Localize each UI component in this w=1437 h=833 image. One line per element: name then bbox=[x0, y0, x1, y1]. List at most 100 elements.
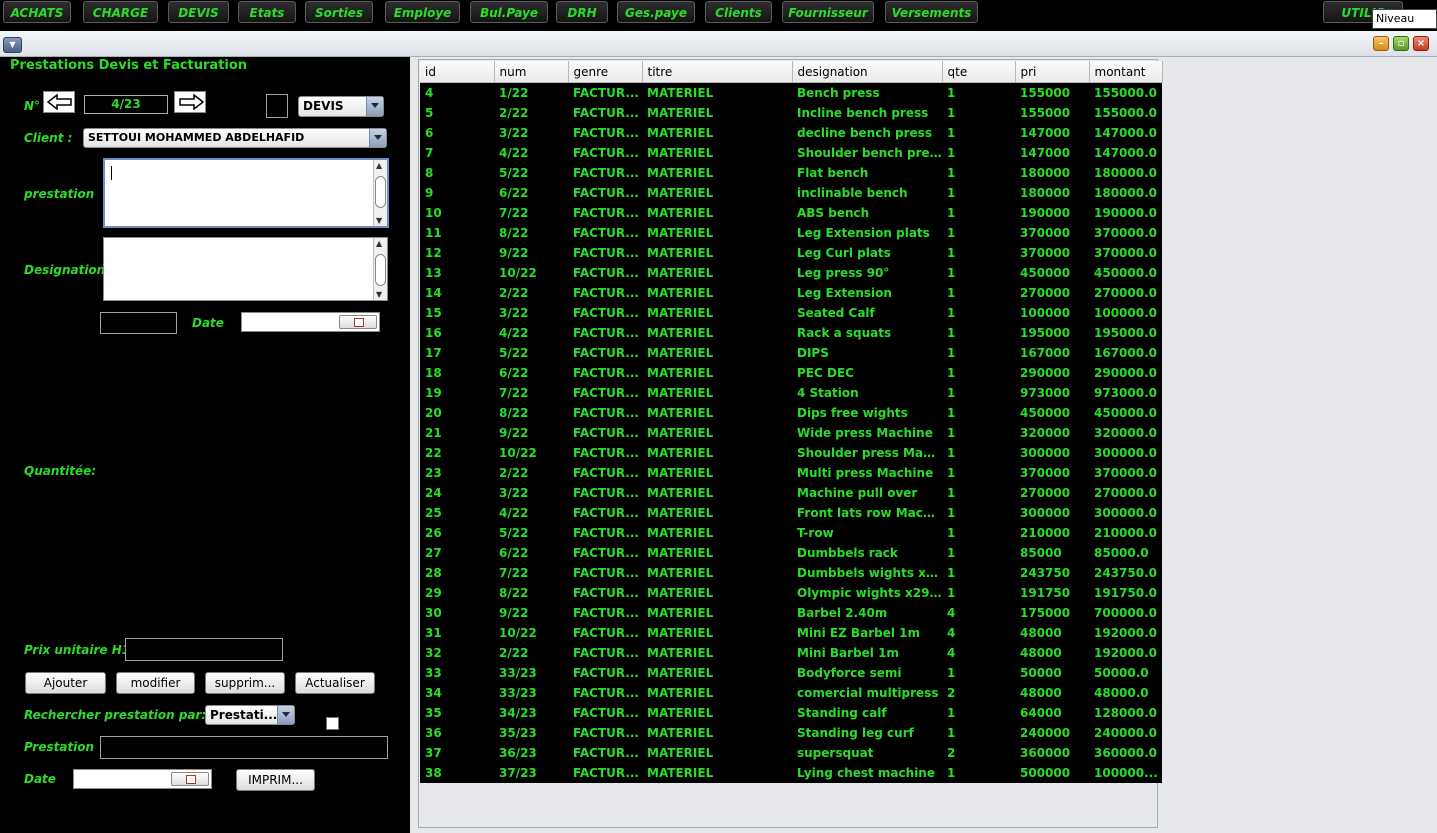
table-row[interactable]: 31 10/22 FACTUR... MATERIEL Mini EZ Barbel 1… bbox=[420, 623, 1162, 643]
cell-pri: 243750 bbox=[1015, 563, 1089, 583]
maximize-button[interactable]: ▫ bbox=[1393, 36, 1409, 51]
menu-devis[interactable]: DEVIS bbox=[168, 1, 229, 23]
cell-qte: 1 bbox=[942, 283, 1015, 303]
column-header-num[interactable]: num bbox=[494, 61, 569, 83]
table-row[interactable]: 11 8/22 FACTUR... MATERIEL Leg Extension pla… bbox=[420, 223, 1162, 243]
table-row[interactable]: 18 6/22 FACTUR... MATERIEL PEC DEC 1 290000 290… bbox=[420, 363, 1162, 383]
cell-qte: 1 bbox=[942, 123, 1015, 143]
print-button[interactable]: IMPRIM... bbox=[236, 769, 315, 791]
cell-titre: MATERIEL bbox=[642, 143, 792, 163]
table-row[interactable]: 15 3/22 FACTUR... MATERIEL Seated Calf 1 10000… bbox=[420, 303, 1162, 323]
designation-scrollbar[interactable]: ▲ ▼ bbox=[373, 238, 387, 300]
table-row[interactable]: 26 5/22 FACTUR... MATERIEL T-row 1 210000 21000… bbox=[420, 523, 1162, 543]
search-prestation-field[interactable] bbox=[100, 736, 388, 759]
table-row[interactable]: 5 2/22 FACTUR... MATERIEL Incline bench pres… bbox=[420, 103, 1162, 123]
menu-clients[interactable]: Clients bbox=[705, 1, 772, 23]
table-row[interactable]: 29 8/22 FACTUR... MATERIEL Olympic wights x2… bbox=[420, 583, 1162, 603]
column-header-pri[interactable]: pri bbox=[1015, 61, 1090, 83]
table-row[interactable]: 10 7/22 FACTUR... MATERIEL ABS bench 1 190000 1… bbox=[420, 203, 1162, 223]
delete-button[interactable]: supprim... bbox=[205, 672, 285, 694]
chevron-down-icon[interactable]: ▼ bbox=[3, 37, 22, 53]
table-row[interactable]: 12 9/22 FACTUR... MATERIEL Leg Curl plats 1 37… bbox=[420, 243, 1162, 263]
table-row[interactable]: 14 2/22 FACTUR... MATERIEL Leg Extension 1 270… bbox=[420, 283, 1162, 303]
cell-id: 8 bbox=[420, 163, 494, 183]
table-row[interactable]: 32 2/22 FACTUR... MATERIEL Mini Barbel 1m 4 48… bbox=[420, 643, 1162, 663]
menu-sorties[interactable]: Sorties bbox=[305, 1, 373, 23]
scroll-thumb[interactable] bbox=[375, 254, 386, 286]
top-menu-bar: ACHATS CHARGE DEVIS Etats Sorties Employe Bul.… bbox=[0, 0, 1437, 28]
date-picker[interactable] bbox=[241, 312, 380, 332]
table-scroll-area[interactable]: id num genre titre designation qte pri montant … bbox=[418, 59, 1163, 828]
previous-button[interactable] bbox=[43, 91, 75, 113]
table-row[interactable]: 9 6/22 FACTUR... MATERIEL inclinable bench 1 1… bbox=[420, 183, 1162, 203]
client-select[interactable]: SETTOUI MOHAMMED ABDELHAFID bbox=[83, 128, 387, 148]
table-row[interactable]: 34 33/23 FACTUR... MATERIEL comercial multip… bbox=[420, 683, 1162, 703]
next-button[interactable] bbox=[174, 91, 206, 113]
column-header-qte[interactable]: qte bbox=[942, 61, 1016, 83]
column-header-designation[interactable]: designation bbox=[792, 61, 943, 83]
menu-achats[interactable]: ACHATS bbox=[3, 1, 71, 23]
table-row[interactable]: 27 6/22 FACTUR... MATERIEL Dumbbels rack 1 850… bbox=[420, 543, 1162, 563]
form-panel: Prestations Devis et Facturation N° 4/23… bbox=[0, 57, 410, 833]
cell-montant: 270000.0 bbox=[1089, 483, 1162, 503]
menu-fournisseur[interactable]: Fournisseur bbox=[782, 1, 874, 23]
table-row[interactable]: 7 4/22 FACTUR... MATERIEL Shoulder bench pre… bbox=[420, 143, 1162, 163]
menu-drh[interactable]: DRH bbox=[556, 1, 608, 23]
calendar-icon[interactable] bbox=[339, 315, 377, 329]
add-button[interactable]: Ajouter bbox=[25, 672, 106, 694]
calendar-icon[interactable] bbox=[171, 772, 209, 786]
table-row[interactable]: 33 33/23 FACTUR... MATERIEL Bodyforce semi 1 5… bbox=[420, 663, 1162, 683]
doc-type-select[interactable]: DEVIS bbox=[298, 96, 384, 117]
table-row[interactable]: 22 10/22 FACTUR... MATERIEL Shoulder press M… bbox=[420, 443, 1162, 463]
table-row[interactable]: 19 7/22 FACTUR... MATERIEL 4 Station 1 973000 9… bbox=[420, 383, 1162, 403]
table-row[interactable]: 38 37/23 FACTUR... MATERIEL Lying chest mach… bbox=[420, 763, 1162, 783]
table-row[interactable]: 16 4/22 FACTUR... MATERIEL Rack a squats 1 195… bbox=[420, 323, 1162, 343]
cell-id: 11 bbox=[420, 223, 494, 243]
cell-num: 4/22 bbox=[494, 143, 568, 163]
menu-ges-paye[interactable]: Ges.paye bbox=[617, 1, 695, 23]
column-header-id[interactable]: id bbox=[420, 61, 495, 83]
table-row[interactable]: 28 7/22 FACTUR... MATERIEL Dumbbels wights x… bbox=[420, 563, 1162, 583]
cell-qte: 1 bbox=[942, 223, 1015, 243]
prestation-textarea[interactable]: ▲ ▼ bbox=[103, 158, 389, 228]
close-button[interactable]: × bbox=[1413, 36, 1429, 51]
table-row[interactable]: 17 5/22 FACTUR... MATERIEL DIPS 1 167000 167000… bbox=[420, 343, 1162, 363]
table-row[interactable]: 23 2/22 FACTUR... MATERIEL Multi press Machi… bbox=[420, 463, 1162, 483]
table-row[interactable]: 21 9/22 FACTUR... MATERIEL Wide press Machin… bbox=[420, 423, 1162, 443]
search-date-picker[interactable] bbox=[73, 769, 212, 789]
minimize-button[interactable]: – bbox=[1373, 36, 1389, 51]
table-row[interactable]: 8 5/22 FACTUR... MATERIEL Flat bench 1 180000 1… bbox=[420, 163, 1162, 183]
cell-titre: MATERIEL bbox=[642, 403, 792, 423]
scroll-thumb[interactable] bbox=[375, 176, 386, 208]
cell-montant: 180000.0 bbox=[1089, 183, 1162, 203]
table-row[interactable]: 25 4/22 FACTUR... MATERIEL Front lats row Ma… bbox=[420, 503, 1162, 523]
modify-button[interactable]: modifier bbox=[116, 672, 195, 694]
table-row[interactable]: 37 36/23 FACTUR... MATERIEL supersquat 2 36000… bbox=[420, 743, 1162, 763]
table-row[interactable]: 6 3/22 FACTUR... MATERIEL decline bench pres… bbox=[420, 123, 1162, 143]
prix-field[interactable] bbox=[125, 638, 283, 661]
menu-versements[interactable]: Versements bbox=[885, 1, 978, 23]
prestation-scrollbar[interactable]: ▲ ▼ bbox=[373, 160, 387, 226]
code-field[interactable] bbox=[100, 312, 177, 334]
column-header-genre[interactable]: genre bbox=[568, 61, 643, 83]
designation-textarea[interactable]: ▲ ▼ bbox=[103, 237, 388, 301]
cell-pri: 48000 bbox=[1015, 623, 1089, 643]
column-header-titre[interactable]: titre bbox=[642, 61, 793, 83]
menu-bul-paye[interactable]: Bul.Paye bbox=[470, 1, 548, 23]
table-row[interactable]: 20 8/22 FACTUR... MATERIEL Dips free wights 1… bbox=[420, 403, 1162, 423]
column-header-montant[interactable]: montant bbox=[1089, 61, 1163, 83]
table-row[interactable]: 30 9/22 FACTUR... MATERIEL Barbel 2.40m 4 1750… bbox=[420, 603, 1162, 623]
refresh-button[interactable]: Actualiser bbox=[295, 672, 375, 694]
table-row[interactable]: 36 35/23 FACTUR... MATERIEL Standing leg cur… bbox=[420, 723, 1162, 743]
table-row[interactable]: 24 3/22 FACTUR... MATERIEL Machine pull ove… bbox=[420, 483, 1162, 503]
cell-genre: FACTUR... bbox=[568, 503, 642, 523]
menu-charge[interactable]: CHARGE bbox=[83, 1, 158, 23]
menu-etats[interactable]: Etats bbox=[238, 1, 296, 23]
checkbox[interactable] bbox=[326, 717, 339, 730]
table-row[interactable]: 35 34/23 FACTUR... MATERIEL Standing calf 1 64… bbox=[420, 703, 1162, 723]
search-criteria-select[interactable]: Prestati... bbox=[205, 705, 295, 725]
table-row[interactable]: 4 1/22 FACTUR... MATERIEL Bench press 1 155000… bbox=[420, 82, 1162, 103]
cell-designation: decline bench press bbox=[792, 123, 942, 143]
table-row[interactable]: 13 10/22 FACTUR... MATERIEL Leg press 90° 1 45… bbox=[420, 263, 1162, 283]
menu-employe[interactable]: Employe bbox=[385, 1, 460, 23]
